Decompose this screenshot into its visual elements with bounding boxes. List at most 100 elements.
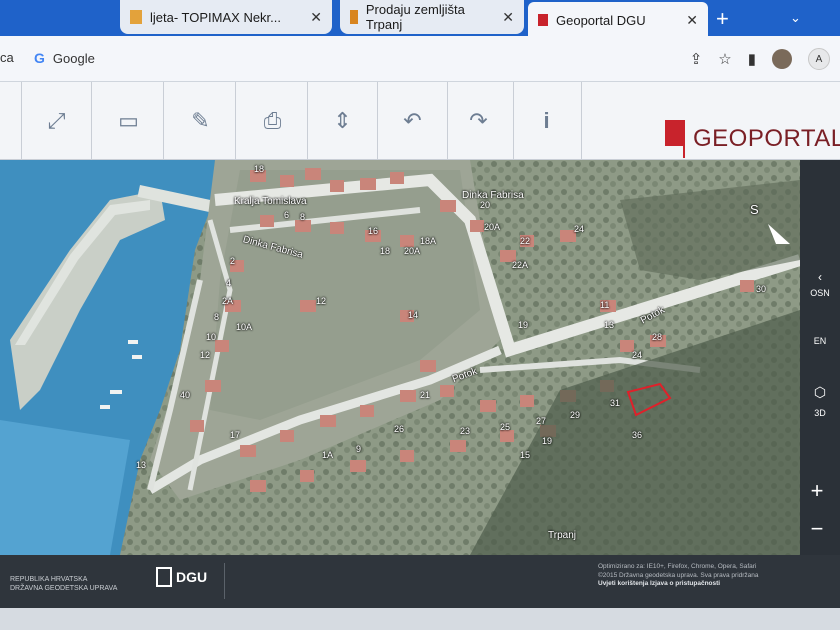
house-number: 22A [512,260,529,270]
org-line: DRŽAVNA GEODETSKA UPRAVA [10,585,118,592]
redo-button[interactable]: ↷ [444,82,514,160]
house-number: 8 [300,212,306,222]
geoportal-favicon-icon [538,14,548,26]
close-icon[interactable]: ✕ [502,9,514,26]
house-number: 4 [226,278,232,288]
compass-label: S [750,202,759,217]
org-line: REPUBLIKA HRVATSKA [10,576,88,583]
house-number: 1A [322,450,334,460]
house-number: 23 [460,426,471,436]
tab-label: Prodaju zemljišta Trpanj [365,2,465,32]
fullscreen-icon: ⤢ [47,108,66,133]
new-tab-button[interactable]: + [716,6,729,32]
house-number: 24 [632,350,643,360]
account-button[interactable]: A [808,48,830,70]
close-icon[interactable]: ✕ [686,12,698,29]
map-view[interactable]: Kralja Tomislava Dinka Fabrisa Dinka Fab… [0,160,800,555]
bookmark-google[interactable]: G Google [34,50,95,66]
satellite-map [0,160,800,555]
google-icon: G [34,50,45,66]
edit-button[interactable]: ✎ [166,82,236,160]
house-number: 28 [652,332,663,342]
zoom-in-button[interactable]: + [804,478,830,508]
house-number: 27 [536,416,547,426]
street-label: Trpanj [548,530,576,541]
geoportal-logo-icon [665,120,689,158]
cube-icon[interactable]: ⬡ [800,384,840,401]
tab-search-button[interactable]: ⌄ [790,10,801,26]
tab-geoportal[interactable]: Geoportal DGU ✕ [528,2,708,38]
layer-3d[interactable]: 3D [800,408,840,418]
layer-en[interactable]: EN [800,336,840,346]
undo-button[interactable]: ↶ [378,82,448,160]
house-number: 25 [500,422,511,432]
house-number: 9 [356,444,362,454]
info-button[interactable]: i [512,82,582,160]
tab-label: Geoportal DGU [556,12,646,28]
zoom-out-button[interactable]: − [804,516,830,546]
logo-text: GEOPORTAL [693,125,840,152]
house-number: 19 [518,320,529,330]
toolbar-spacer [0,82,22,160]
house-number: 31 [610,398,621,408]
tab-label: ljeta- TOPIMAX Nekr... [150,9,282,25]
house-number: 40 [180,390,191,400]
house-number: 26 [394,424,405,434]
bookmark-item[interactable]: ca [0,50,14,65]
house-number: 10 [206,332,217,342]
print-button[interactable]: ⎙ [238,82,308,160]
house-number: 11 [600,300,610,310]
bookmark-label: Google [52,50,95,66]
house-number: 21 [420,390,431,400]
browser-actions: ⇪ ☆ ▮ A [690,48,830,70]
page-icon [130,10,142,24]
footer-divider [224,563,225,599]
house-number: 12 [200,350,211,360]
dgu-label: DGU [176,569,208,585]
redo-icon: ↷ [469,108,488,133]
star-icon[interactable]: ☆ [718,50,731,68]
house-number: 18 [254,164,265,174]
close-icon[interactable]: ✕ [310,9,322,26]
house-number: 12 [316,296,327,306]
share-icon[interactable]: ⇪ [690,50,703,68]
edit-icon: ✎ [191,108,210,133]
copyright-line: ©2015 Državna geodetska uprava. Sva prav… [598,571,759,579]
draw-rectangle-button[interactable]: ▭ [94,82,164,160]
house-number: 18 [380,246,391,256]
compare-button[interactable]: ⇕ [308,82,378,160]
compare-icon: ⇕ [333,108,352,133]
dgu-logo[interactable]: DGU [156,567,207,587]
info-icon: i [543,108,550,133]
org-name: REPUBLIKA HRVATSKA DRŽAVNA GEODETSKA UPR… [10,575,117,593]
footer-links[interactable]: Uvjeti korištenja Izjava o pristupačnost… [598,580,759,589]
tab-prodaju[interactable]: Prodaju zemljišta Trpanj ✕ [340,0,524,34]
key-icon [350,10,358,24]
rectangle-add-icon: ▭ [118,108,139,133]
house-number: 13 [136,460,147,470]
undo-icon: ↶ [403,108,422,133]
geoportal-logo[interactable]: GEOPORTAL [665,120,840,158]
bookmarks-bar: ca G Google ⇪ ☆ ▮ A [0,36,840,82]
house-number: 24 [574,224,585,234]
fullscreen-button[interactable]: ⤢ [22,82,92,160]
house-number: 20A [404,246,421,256]
house-number: 19 [542,436,553,446]
house-number: 29 [570,410,581,420]
house-number: 8 [214,312,220,322]
house-number: 20 [480,200,491,210]
house-number: 15 [520,450,531,460]
sidebar-icon[interactable]: ▮ [748,50,756,68]
collapse-arrow-icon[interactable]: ‹ [800,270,840,284]
house-number: 17 [230,430,241,440]
house-number: 30 [756,284,767,294]
street-label: Kralja Tomislava [234,196,307,207]
tab-topimax[interactable]: ljeta- TOPIMAX Nekr... ✕ [120,0,332,34]
browser-tab-strip: ljeta- TOPIMAX Nekr... ✕ Prodaju zemljiš… [0,0,840,38]
layer-osnovna[interactable]: OSN [800,288,840,298]
print-icon: ⎙ [263,108,282,133]
profile-avatar[interactable] [772,49,792,69]
house-number: 10A [236,322,253,332]
house-number: 18A [420,236,437,246]
street-label: Dinka Fabrisa [462,190,524,201]
